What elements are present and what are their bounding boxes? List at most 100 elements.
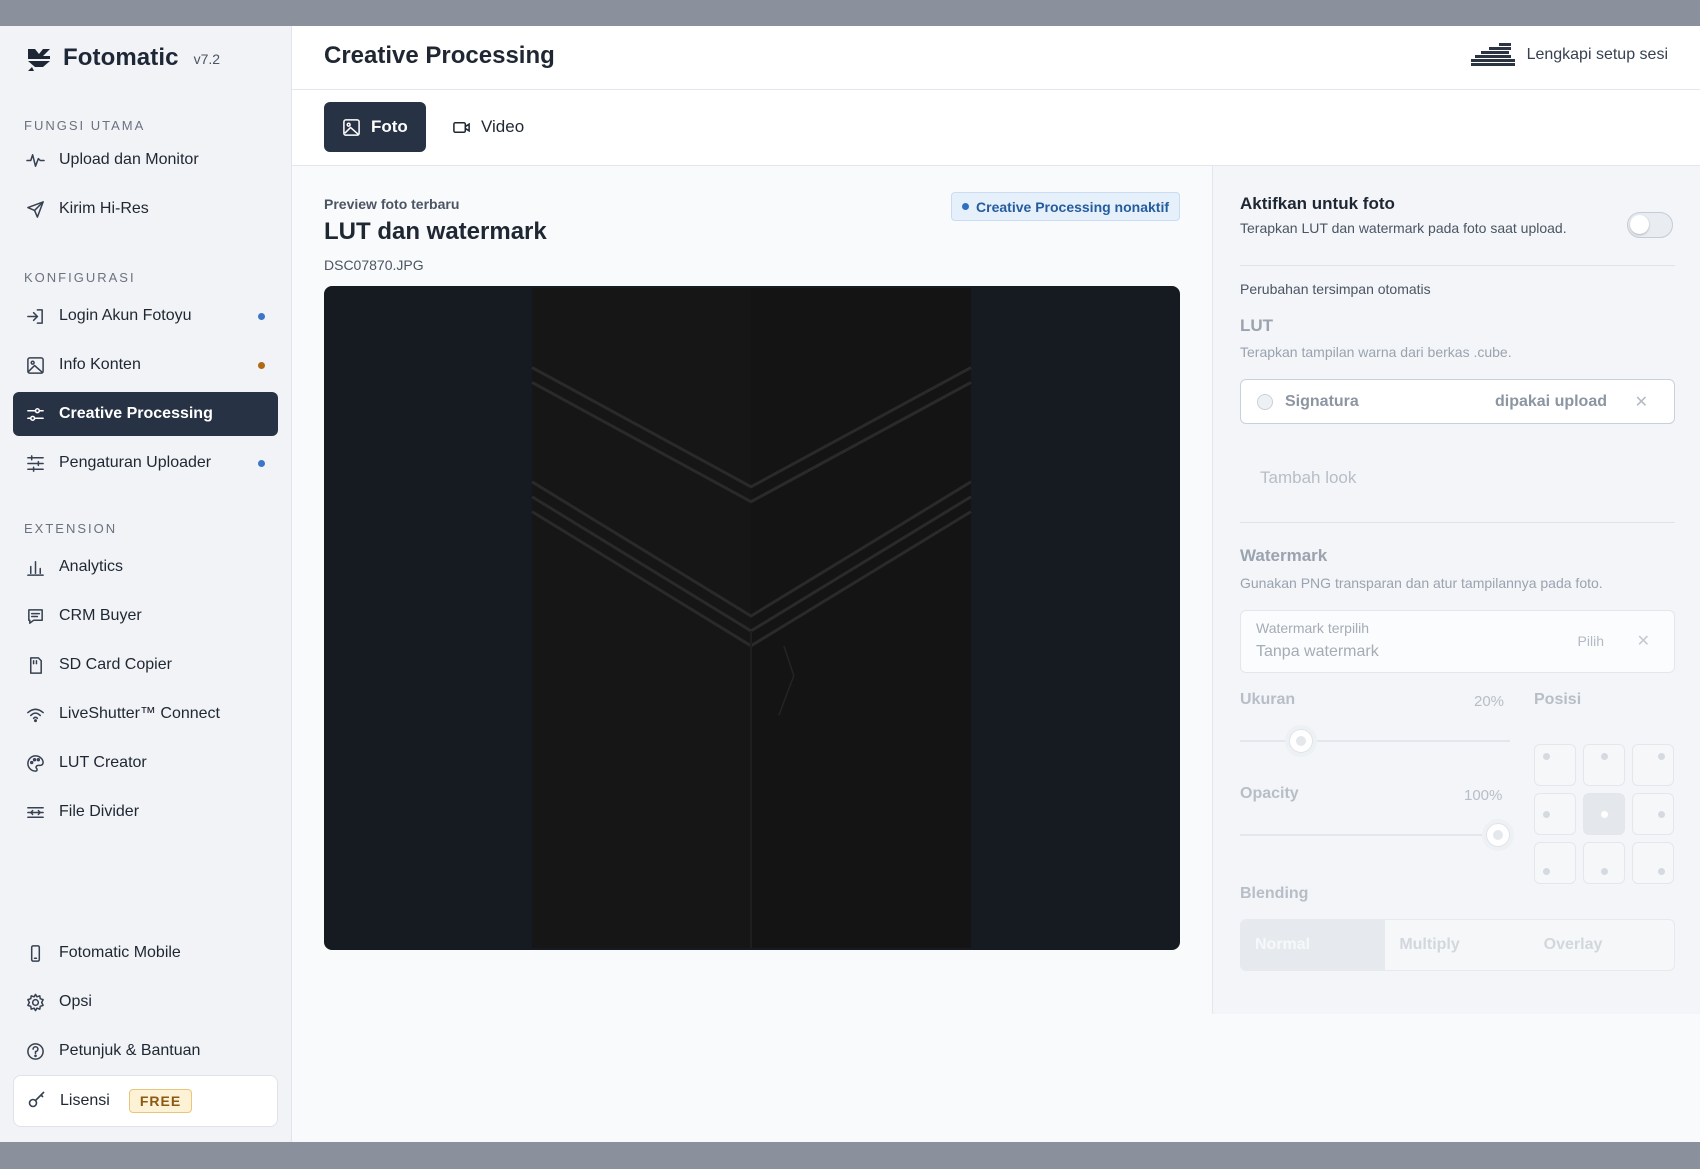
sidebar-item-label: Creative Processing: [59, 405, 213, 422]
sidebar-item-sd-card-copier[interactable]: SD Card Copier: [13, 643, 278, 687]
opacity-slider-track[interactable]: [1240, 834, 1510, 836]
brand: Fotomatic v7.2: [26, 44, 220, 72]
tab-label: Foto: [371, 117, 408, 136]
sidebar-item-label: Analytics: [59, 558, 124, 575]
sidebar-item-label: SD Card Copier: [59, 656, 172, 673]
position-bottom-center[interactable]: [1583, 842, 1625, 884]
sidebar-item-label: Petunjuk & Bantuan: [59, 1042, 201, 1059]
lut-item-signatura[interactable]: Signatura dipakai upload ✕: [1240, 379, 1675, 424]
sidebar-item-fotomatic-mobile[interactable]: Fotomatic Mobile: [13, 931, 278, 975]
close-icon[interactable]: ✕: [1635, 392, 1648, 412]
position-middle-left[interactable]: [1534, 793, 1576, 835]
settings-sliders-icon: [25, 453, 45, 473]
toggle-knob: [1630, 215, 1649, 234]
add-look-button[interactable]: Tambah look: [1260, 468, 1356, 488]
tabs-bar: Foto Video: [292, 90, 1700, 166]
lut-title: LUT: [1240, 316, 1274, 335]
position-bottom-right[interactable]: [1632, 842, 1674, 884]
size-slider-track[interactable]: [1240, 740, 1510, 742]
position-center[interactable]: [1583, 793, 1625, 835]
enable-title: Aktifkan untuk foto: [1240, 194, 1395, 213]
sidebar-item-label: CRM Buyer: [59, 607, 142, 624]
sidebar-item-liveshutter[interactable]: LiveShutter™ Connect: [13, 692, 278, 736]
sidebar-item-label: Fotomatic Mobile: [59, 944, 181, 961]
license-badge: FREE: [128, 1089, 193, 1113]
sidebar-item-info-konten[interactable]: Info Konten: [13, 343, 278, 387]
stairs-progress-icon: [1470, 43, 1515, 66]
sidebar-item-lut-creator[interactable]: LUT Creator: [13, 741, 278, 785]
blend-overlay[interactable]: Overlay: [1530, 920, 1674, 970]
sidebar-item-file-divider[interactable]: File Divider: [13, 790, 278, 834]
position-top-right[interactable]: [1632, 744, 1674, 786]
lut-status: dipakai upload: [1494, 392, 1607, 410]
sidebar-item-analytics[interactable]: Analytics: [13, 545, 278, 589]
blend-normal[interactable]: Normal: [1241, 920, 1386, 970]
settings-panel: Aktifkan untuk foto Terapkan LUT dan wat…: [1212, 166, 1700, 1014]
sidebar-item-label: Upload dan Monitor: [59, 151, 199, 168]
sidebar-item-kirim-hires[interactable]: Kirim Hi-Res: [13, 187, 278, 231]
license-card[interactable]: Lisensi FREE: [13, 1075, 278, 1127]
video-icon: [453, 121, 470, 133]
sidebar-item-login-fotoyu[interactable]: Login Akun Fotoyu: [13, 294, 278, 338]
sliders-icon: [25, 404, 45, 424]
sidebar-item-petunjuk-bantuan[interactable]: Petunjuk & Bantuan: [13, 1029, 278, 1073]
position-label: Posisi: [1534, 691, 1582, 708]
status-text: Creative Processing nonaktif: [976, 198, 1169, 215]
position-top-left[interactable]: [1534, 744, 1576, 786]
tab-video[interactable]: Video: [434, 102, 542, 152]
enable-toggle[interactable]: [1627, 212, 1673, 238]
main-panel: Creative Processing Lengkapi setup sesi: [292, 26, 1700, 1142]
license-label: Lisensi: [60, 1092, 110, 1109]
sidebar-item-label: Info Konten: [59, 356, 141, 373]
sidebar-item-pengaturan-uploader[interactable]: Pengaturan Uploader: [13, 441, 278, 485]
preview-kicker: Preview foto terbaru: [324, 196, 460, 212]
preview-title: LUT dan watermark: [324, 218, 547, 245]
position-top-center[interactable]: [1583, 744, 1625, 786]
lut-radio[interactable]: [1257, 393, 1273, 410]
app-name: Fotomatic: [63, 44, 179, 71]
setup-session-link[interactable]: Lengkapi setup sesi: [1470, 43, 1668, 67]
section-label-extension: EXTENSION: [24, 521, 118, 536]
image-icon: [25, 355, 45, 375]
blend-multiply[interactable]: Multiply: [1385, 920, 1529, 970]
gear-icon: [25, 992, 45, 1012]
watermark-title: Watermark: [1240, 546, 1328, 565]
size-slider-thumb[interactable]: [1289, 729, 1314, 753]
sidebar-item-opsi[interactable]: Opsi: [13, 980, 278, 1024]
position-bottom-left[interactable]: [1534, 842, 1576, 884]
wifi-icon: [25, 704, 45, 724]
tab-foto[interactable]: Foto: [324, 102, 426, 152]
content-area: Preview foto terbaru LUT dan watermark D…: [292, 166, 1700, 1142]
divider: [1240, 522, 1675, 523]
opacity-label: Opacity: [1240, 785, 1299, 802]
sidebar-item-label: Pengaturan Uploader: [59, 454, 212, 471]
status-dot: [962, 203, 970, 210]
phone-icon: [25, 943, 45, 963]
close-icon[interactable]: ✕: [1637, 631, 1650, 651]
divider-icon: [25, 802, 45, 822]
login-icon: [25, 306, 45, 326]
sidebar: Fotomatic v7.2 FUNGSI UTAMA Upload dan M…: [0, 26, 292, 1142]
sidebar-item-crm-buyer[interactable]: CRM Buyer: [13, 594, 278, 638]
watermark-pick-button[interactable]: Pilih: [1578, 633, 1604, 649]
sidebar-item-upload-monitor[interactable]: Upload dan Monitor: [13, 138, 278, 182]
photo-image: [326, 288, 1178, 948]
topbar: Creative Processing Lengkapi setup sesi: [292, 26, 1700, 90]
lut-desc: Terapkan tampilan warna dari berkas .cub…: [1240, 344, 1512, 360]
send-icon: [25, 199, 45, 219]
watermark-selector[interactable]: Watermark terpilih Tanpa watermark Pilih…: [1240, 610, 1675, 673]
opacity-slider-thumb[interactable]: [1486, 823, 1510, 847]
blending-label: Blending: [1240, 885, 1309, 902]
lut-name: Signatura: [1285, 392, 1359, 410]
status-dot: [258, 313, 265, 320]
sidebar-item-creative-processing[interactable]: Creative Processing: [13, 392, 278, 436]
size-label: Ukuran: [1240, 691, 1296, 708]
position-middle-right[interactable]: [1632, 793, 1674, 835]
photo-preview: [324, 286, 1180, 950]
sidebar-item-label: LUT Creator: [59, 754, 147, 771]
opacity-value: 100%: [1464, 787, 1503, 804]
app-version: v7.2: [193, 51, 221, 67]
key-icon: [27, 1089, 47, 1114]
image-icon: [343, 118, 360, 136]
sidebar-item-label: LiveShutter™ Connect: [59, 705, 220, 722]
